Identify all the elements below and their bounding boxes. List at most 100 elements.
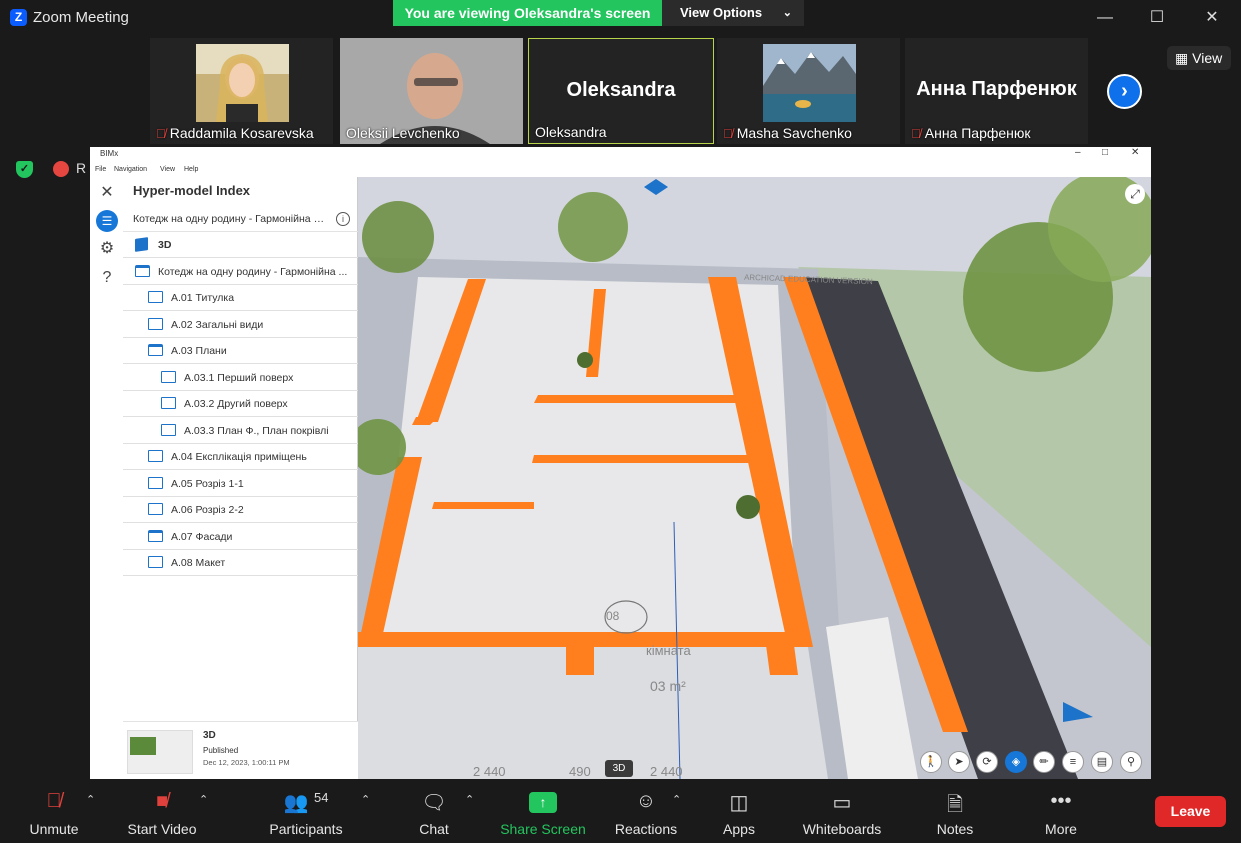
participant-tile-active[interactable]: Oleksandra Oleksandra [528, 38, 714, 144]
tree-item: A.08 Макет [123, 550, 358, 576]
video-options-button[interactable]: ⌃ [197, 781, 211, 843]
whiteboards-label: Whiteboards [802, 821, 882, 837]
layout-sheet-icon [148, 556, 163, 568]
reactions-options-button[interactable]: ⌃ [670, 781, 684, 843]
tree-item-label: A.03.1 Перший поверх [184, 371, 294, 384]
tree-item-label: A.03.3 План Ф., План покрівлі [184, 424, 329, 437]
orbit-icon: ⟳ [976, 751, 998, 773]
participants-label: Participants [269, 821, 343, 837]
participants-icon: 👥 54 [283, 790, 329, 814]
participant-name: Masha Savchenko [736, 125, 852, 141]
layout-sheet-icon [161, 370, 176, 383]
info-icon: i [336, 212, 350, 226]
tree-item-label: A.08 Макет [171, 557, 226, 569]
layout-sheet-icon [148, 317, 163, 330]
participant-tile[interactable]: Oleksii Levchenko [340, 38, 523, 144]
chat-options-button[interactable]: ⌃ [463, 781, 477, 843]
participant-name: Raddamila Kosarevska [169, 125, 314, 141]
layout-sheet-icon [148, 503, 163, 515]
current-view-card: 3D Published Dec 12, 2023, 1:00:11 PM [123, 721, 358, 779]
tree-item: A.01 Титулка [123, 285, 358, 311]
menu-item-view: View [160, 166, 176, 173]
menu-item-help: Help [184, 166, 199, 173]
help-icon: ? [102, 269, 112, 286]
encryption-shield-icon[interactable]: ✓ [16, 161, 33, 178]
participants-button[interactable]: 👥 54 Participants [262, 781, 350, 843]
menu-item-navigation: Navigation [114, 166, 148, 173]
leave-button[interactable]: Leave [1155, 796, 1226, 827]
view-name: 3D [203, 730, 216, 741]
tree-item-label: A.07 Фасади [171, 530, 233, 543]
unmute-button[interactable]: 🎙̸ Unmute [18, 781, 90, 843]
recording-label: R [76, 160, 87, 176]
bimx-left-rail: ✕ ☰ ⚙ ? [90, 177, 123, 779]
bimx-window-title: BIMx [100, 149, 119, 158]
participants-options-button[interactable]: ⌃ [359, 781, 373, 843]
folder-icon [148, 344, 163, 356]
layout-sheet-icon [161, 423, 176, 436]
folder-icon [135, 264, 150, 277]
panel-title: Hyper-model Index [133, 183, 251, 198]
chat-label: Chat [419, 821, 449, 837]
tree-item: A.03 Плани [123, 338, 358, 364]
start-video-button[interactable]: ■̸ Start Video [122, 781, 202, 843]
next-page-arrow-icon[interactable]: › [1107, 74, 1142, 109]
participant-tile[interactable]: Анна Парфенюк 🎙̸ Анна Парфенюк [905, 38, 1088, 144]
participant-tile[interactable]: 🎙̸ Raddamila Kosarevska [150, 38, 333, 144]
tree-item-label: A.06 Розріз 2-2 [171, 504, 244, 516]
cube-3d-icon [135, 237, 148, 252]
apps-icon: ◫ [729, 792, 749, 814]
tree-item: A.07 Фасади [123, 524, 358, 550]
notes-button[interactable]: 🗎 Notes [926, 781, 984, 843]
viewing-banner: You are viewing Oleksandra's screen [393, 0, 662, 26]
notes-label: Notes [936, 821, 974, 837]
maximize-icon[interactable]: ☐ [1145, 6, 1169, 30]
audio-options-button[interactable]: ⌃ [84, 781, 98, 843]
chat-button[interactable]: 🗨 Chat [404, 781, 464, 843]
participant-name: Анна Парфенюк [924, 125, 1031, 141]
tree-item: A.05 Розріз 1-1 [123, 471, 358, 497]
participant-video [196, 44, 289, 122]
unmute-label: Unmute [29, 821, 79, 837]
video-off-icon: ■̸ [155, 790, 169, 812]
apps-button[interactable]: ◫ Apps [712, 781, 766, 843]
layout-sheet-icon [148, 450, 163, 462]
minimize-icon: – [1075, 147, 1081, 158]
participants-count: 54 [314, 790, 329, 805]
minimize-icon[interactable]: — [1093, 6, 1117, 30]
participant-name-large: Oleksandra [566, 79, 676, 101]
dimension-label: 2 440 [650, 764, 683, 779]
zoom-logo-icon: Z [10, 9, 27, 26]
close-icon: ✕ [100, 184, 114, 201]
view-layout-button[interactable]: ▦ View [1167, 46, 1231, 70]
microphone-muted-icon: 🎙̸ [911, 126, 921, 141]
close-icon[interactable]: ✕ [1200, 6, 1224, 30]
viewport-tools: 🚶 ➤ ⟳ ◈ ✏ ≡ ▤ ⚲ [920, 750, 1148, 774]
recording-icon[interactable] [53, 161, 69, 177]
list-icon: ☰ [96, 210, 118, 232]
tree-item: A.06 Розріз 2-2 [123, 497, 358, 523]
project-row: Котедж на одну родину - Гармонійна о... … [123, 207, 358, 232]
share-screen-button[interactable]: ↑ Share Screen [496, 781, 590, 843]
whiteboard-icon: ▭ [832, 792, 852, 814]
tree-item: 3D [123, 232, 358, 258]
apps-label: Apps [723, 821, 755, 837]
caret-up-icon: ⌃ [361, 794, 371, 806]
grid-icon: ▦ [1175, 50, 1189, 66]
caret-up-icon: ⌃ [86, 794, 96, 806]
meeting-toolbar: 🎙̸ Unmute ⌃ ■̸ Start Video ⌃ 👥 54 Partic… [0, 781, 1241, 843]
caret-up-icon: ⌃ [199, 794, 209, 806]
microphone-muted-icon: 🎙̸ [46, 790, 62, 812]
participant-tile[interactable]: 🎙̸ Masha Savchenko [717, 38, 900, 144]
select-cursor-icon: ➤ [948, 751, 970, 773]
dimension-label: 490 [569, 764, 591, 779]
hyper-model-index-panel: Hyper-model Index Котедж на одну родину … [123, 177, 358, 779]
participant-gallery: 🎙̸ Raddamila Kosarevska Oleksii Levchenko… [150, 38, 1150, 144]
tree-item: A.02 Загальні види [123, 312, 358, 338]
chat-icon: 🗨 [421, 792, 447, 814]
settings-sliders-icon: ≡ [1062, 751, 1084, 773]
whiteboards-button[interactable]: ▭ Whiteboards [796, 781, 888, 843]
more-button[interactable]: ••• More [1034, 781, 1088, 843]
view-options-button[interactable]: View Options ⌄ [662, 0, 804, 26]
microphone-muted-icon: 🎙̸ [156, 126, 166, 141]
